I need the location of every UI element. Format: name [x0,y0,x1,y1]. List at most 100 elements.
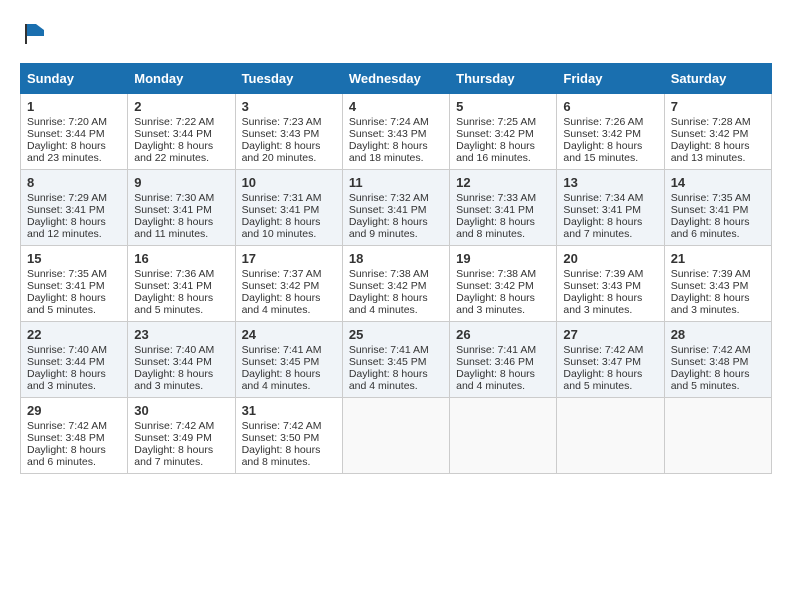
day-info-line: Daylight: 8 hours [671,140,765,152]
day-info-line: Sunrise: 7:41 AM [456,344,550,356]
day-info-line: Sunrise: 7:42 AM [242,420,336,432]
day-info-line: Daylight: 8 hours [563,140,657,152]
day-info-line: Daylight: 8 hours [242,444,336,456]
day-info-line: Daylight: 8 hours [134,216,228,228]
day-info-line: Sunrise: 7:23 AM [242,116,336,128]
day-info-line: and 11 minutes. [134,228,228,240]
day-info-line: Sunrise: 7:30 AM [134,192,228,204]
day-info-line: Daylight: 8 hours [27,292,121,304]
day-number: 1 [27,99,121,114]
day-info-line: Sunrise: 7:41 AM [242,344,336,356]
day-info-line: and 8 minutes. [242,456,336,468]
calendar-cell: 4Sunrise: 7:24 AMSunset: 3:43 PMDaylight… [342,93,449,169]
day-info-line: and 7 minutes. [134,456,228,468]
calendar-cell [450,397,557,473]
day-info-line: Sunrise: 7:32 AM [349,192,443,204]
logo [20,20,50,53]
day-number: 16 [134,251,228,266]
day-number: 10 [242,175,336,190]
day-info-line: and 16 minutes. [456,152,550,164]
calendar-header-monday: Monday [128,63,235,93]
day-info-line: Daylight: 8 hours [242,216,336,228]
day-info-line: Sunset: 3:42 PM [242,280,336,292]
day-info-line: Sunrise: 7:42 AM [563,344,657,356]
day-info-line: Sunset: 3:42 PM [349,280,443,292]
day-info-line: Sunset: 3:42 PM [563,128,657,140]
day-info-line: Sunset: 3:41 PM [671,204,765,216]
calendar-cell [557,397,664,473]
day-info-line: Sunset: 3:48 PM [27,432,121,444]
day-info-line: and 7 minutes. [563,228,657,240]
day-info-line: and 4 minutes. [349,380,443,392]
day-info-line: Daylight: 8 hours [134,292,228,304]
day-number: 22 [27,327,121,342]
day-info-line: Daylight: 8 hours [242,368,336,380]
day-info-line: Sunrise: 7:39 AM [563,268,657,280]
day-info-line: and 4 minutes. [456,380,550,392]
day-info-line: Daylight: 8 hours [456,368,550,380]
day-info-line: Sunset: 3:42 PM [456,280,550,292]
calendar-cell: 28Sunrise: 7:42 AMSunset: 3:48 PMDayligh… [664,321,771,397]
calendar-header-friday: Friday [557,63,664,93]
day-info-line: Sunset: 3:43 PM [349,128,443,140]
day-info-line: Sunset: 3:43 PM [671,280,765,292]
calendar-cell: 8Sunrise: 7:29 AMSunset: 3:41 PMDaylight… [21,169,128,245]
day-info-line: Sunset: 3:41 PM [134,204,228,216]
day-info-line: Sunrise: 7:34 AM [563,192,657,204]
day-number: 3 [242,99,336,114]
calendar-cell: 26Sunrise: 7:41 AMSunset: 3:46 PMDayligh… [450,321,557,397]
calendar-cell: 30Sunrise: 7:42 AMSunset: 3:49 PMDayligh… [128,397,235,473]
calendar-week-row: 8Sunrise: 7:29 AMSunset: 3:41 PMDaylight… [21,169,772,245]
calendar-header-saturday: Saturday [664,63,771,93]
day-info-line: Daylight: 8 hours [349,216,443,228]
calendar-cell: 31Sunrise: 7:42 AMSunset: 3:50 PMDayligh… [235,397,342,473]
day-number: 28 [671,327,765,342]
calendar-cell: 15Sunrise: 7:35 AMSunset: 3:41 PMDayligh… [21,245,128,321]
calendar-cell: 24 Sunrise: 7:41 AMSunset: 3:45 PMDayligh… [235,321,342,397]
day-number: 14 [671,175,765,190]
day-info-line: and 3 minutes. [134,380,228,392]
day-number: 24 [242,327,336,342]
day-info-line: and 4 minutes. [349,304,443,316]
day-info-line: Sunrise: 7:35 AM [27,268,121,280]
calendar-cell: 1Sunrise: 7:20 AMSunset: 3:44 PMDaylight… [21,93,128,169]
day-number: 7 [671,99,765,114]
day-info-line: and 22 minutes. [134,152,228,164]
day-info-line: and 3 minutes. [671,304,765,316]
day-info-line: and 23 minutes. [27,152,121,164]
calendar-week-row: 1Sunrise: 7:20 AMSunset: 3:44 PMDaylight… [21,93,772,169]
day-info-line: Daylight: 8 hours [563,368,657,380]
calendar-week-row: 22Sunrise: 7:40 AMSunset: 3:44 PMDayligh… [21,321,772,397]
day-info-line: Sunrise: 7:28 AM [671,116,765,128]
calendar-cell: 25Sunrise: 7:41 AMSunset: 3:45 PMDayligh… [342,321,449,397]
day-info-line: and 20 minutes. [242,152,336,164]
day-info-line: Daylight: 8 hours [456,292,550,304]
calendar-cell: 3Sunrise: 7:23 AMSunset: 3:43 PMDaylight… [235,93,342,169]
calendar-cell: 27Sunrise: 7:42 AMSunset: 3:47 PMDayligh… [557,321,664,397]
day-info-line: Daylight: 8 hours [27,216,121,228]
day-number: 4 [349,99,443,114]
calendar-cell: 13Sunrise: 7:34 AMSunset: 3:41 PMDayligh… [557,169,664,245]
day-info-line: and 3 minutes. [27,380,121,392]
day-number: 2 [134,99,228,114]
day-number: 15 [27,251,121,266]
calendar-cell [342,397,449,473]
day-info-line: and 5 minutes. [563,380,657,392]
day-info-line: and 3 minutes. [456,304,550,316]
day-number: 17 [242,251,336,266]
day-number: 21 [671,251,765,266]
day-number: 12 [456,175,550,190]
logo-flag-icon [22,20,50,48]
day-info-line: Sunset: 3:41 PM [456,204,550,216]
day-info-line: Sunset: 3:45 PM [242,356,336,368]
day-info-line: Sunrise: 7:37 AM [242,268,336,280]
day-info-line: Sunrise: 7:42 AM [671,344,765,356]
day-info-line: and 13 minutes. [671,152,765,164]
day-info-line: Sunrise: 7:22 AM [134,116,228,128]
day-info-line: Sunrise: 7:36 AM [134,268,228,280]
calendar-cell: 18Sunrise: 7:38 AMSunset: 3:42 PMDayligh… [342,245,449,321]
calendar-header-tuesday: Tuesday [235,63,342,93]
day-info-line: Sunset: 3:50 PM [242,432,336,444]
day-number: 19 [456,251,550,266]
day-info-line: Daylight: 8 hours [134,368,228,380]
